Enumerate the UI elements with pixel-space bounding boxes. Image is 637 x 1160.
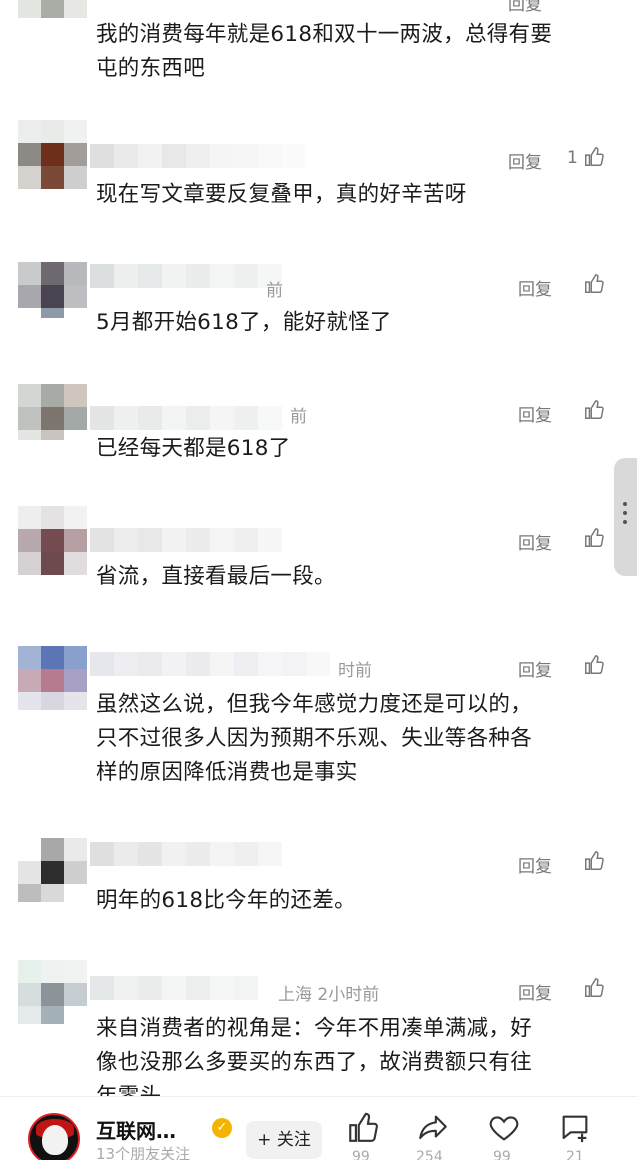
avatar[interactable] [18, 506, 88, 575]
comment-item: 时前 回复 虽然这么说，但我今年感觉力度还是可以的， 只不过很多人因为预期不乐观… [0, 646, 637, 836]
comment-item: 回复 1 现在写文章要反复叠甲，真的好辛苦呀 [0, 120, 637, 245]
thumbs-up-icon[interactable] [583, 654, 605, 676]
more-vertical-icon [623, 502, 627, 506]
comment-meta: 前 [266, 281, 283, 301]
comment-text: 明年的618比今年的还差。 [96, 888, 356, 913]
avatar[interactable] [18, 384, 88, 444]
reply-button[interactable]: 回复 [518, 852, 552, 877]
comment-meta: 上海 2小时前 [278, 985, 380, 1005]
verified-badge-icon: ✓ [212, 1118, 232, 1138]
avatar[interactable] [18, 262, 88, 322]
thumbs-up-icon[interactable] [583, 850, 605, 872]
username-blurred [90, 652, 340, 676]
comment-count: 21 [566, 1149, 584, 1160]
comment-item: 回复 明年的618比今年的还差。 [0, 838, 637, 953]
thumbs-up-icon[interactable] [583, 273, 605, 295]
bottom-action-bar: 互联网… ✓ 13个朋友关注 + 关注 99 254 99 21 [0, 1096, 637, 1160]
username-blurred [90, 406, 296, 430]
comment-item: 前 回复 已经每天都是618了 [0, 384, 637, 499]
thumbs-up-icon[interactable] [346, 1111, 380, 1145]
reply-button[interactable]: 回复 [518, 275, 552, 300]
username-blurred [90, 264, 282, 288]
reply-button[interactable]: 回复 [508, 0, 542, 15]
reply-button[interactable]: 回复 [518, 529, 552, 554]
avatar[interactable] [18, 960, 88, 1024]
comment-item: 前 回复 5月都开始618了，能好就怪了 [0, 262, 637, 377]
username-blurred [90, 528, 290, 552]
comment-item: 回复 省流，直接看最后一段。 [0, 506, 637, 621]
comment-text: 来自消费者的视角是：今年不用凑单满减，好 像也没那么多要买的东西了，故消费额只有… [96, 1016, 533, 1096]
thumbs-up-icon[interactable] [583, 399, 605, 421]
reply-button[interactable]: 回复 [508, 148, 542, 173]
username-blurred [90, 842, 282, 866]
heart-icon[interactable] [487, 1111, 521, 1145]
comment-text: 已经每天都是618了 [96, 436, 291, 461]
comment-item: 回复 我的消费每年就是618和双十一两波，总得有要 屯的东西吧 [0, 0, 637, 110]
avatar[interactable] [18, 120, 88, 189]
like-count: 99 [352, 1149, 370, 1160]
comment-item: 上海 2小时前 回复 来自消费者的视角是：今年不用凑单满减，好 像也没那么多要买… [0, 960, 637, 1096]
comment-text: 省流，直接看最后一段。 [96, 564, 336, 589]
author-name[interactable]: 互联网… [96, 1115, 176, 1144]
favorite-count: 99 [493, 1149, 511, 1160]
reply-button[interactable]: 回复 [518, 401, 552, 426]
comment-meta: 前 [290, 407, 307, 427]
comment-feed[interactable]: 回复 我的消费每年就是618和双十一两波，总得有要 屯的东西吧 回复 1 现在写… [0, 0, 637, 1096]
share-arrow-icon[interactable] [416, 1111, 450, 1145]
comment-text: 我的消费每年就是618和双十一两波，总得有要 屯的东西吧 [96, 22, 553, 81]
comment-bubble-icon[interactable] [558, 1111, 592, 1145]
reply-button[interactable]: 回复 [518, 979, 552, 1004]
share-count: 254 [416, 1149, 443, 1160]
username-blurred [90, 976, 260, 1000]
follow-button[interactable]: + 关注 [246, 1121, 322, 1159]
author-subtitle: 13个朋友关注 [96, 1145, 191, 1160]
avatar[interactable] [18, 838, 88, 902]
thumbs-up-icon[interactable] [583, 977, 605, 999]
comment-meta: 时前 [338, 661, 372, 681]
thumbs-up-icon[interactable] [583, 527, 605, 549]
comment-text: 虽然这么说，但我今年感觉力度还是可以的， 只不过很多人因为预期不乐观、失业等各种… [96, 692, 533, 785]
avatar[interactable] [18, 0, 88, 32]
side-scroll-handle[interactable] [614, 458, 637, 576]
author-avatar[interactable] [28, 1113, 80, 1160]
like-count: 1 [567, 148, 578, 168]
avatar[interactable] [18, 646, 88, 710]
username-blurred [90, 144, 306, 168]
comment-text: 现在写文章要反复叠甲，真的好辛苦呀 [96, 182, 467, 207]
thumbs-up-icon[interactable] [583, 146, 605, 168]
reply-button[interactable]: 回复 [518, 656, 552, 681]
comment-text: 5月都开始618了，能好就怪了 [96, 310, 392, 335]
